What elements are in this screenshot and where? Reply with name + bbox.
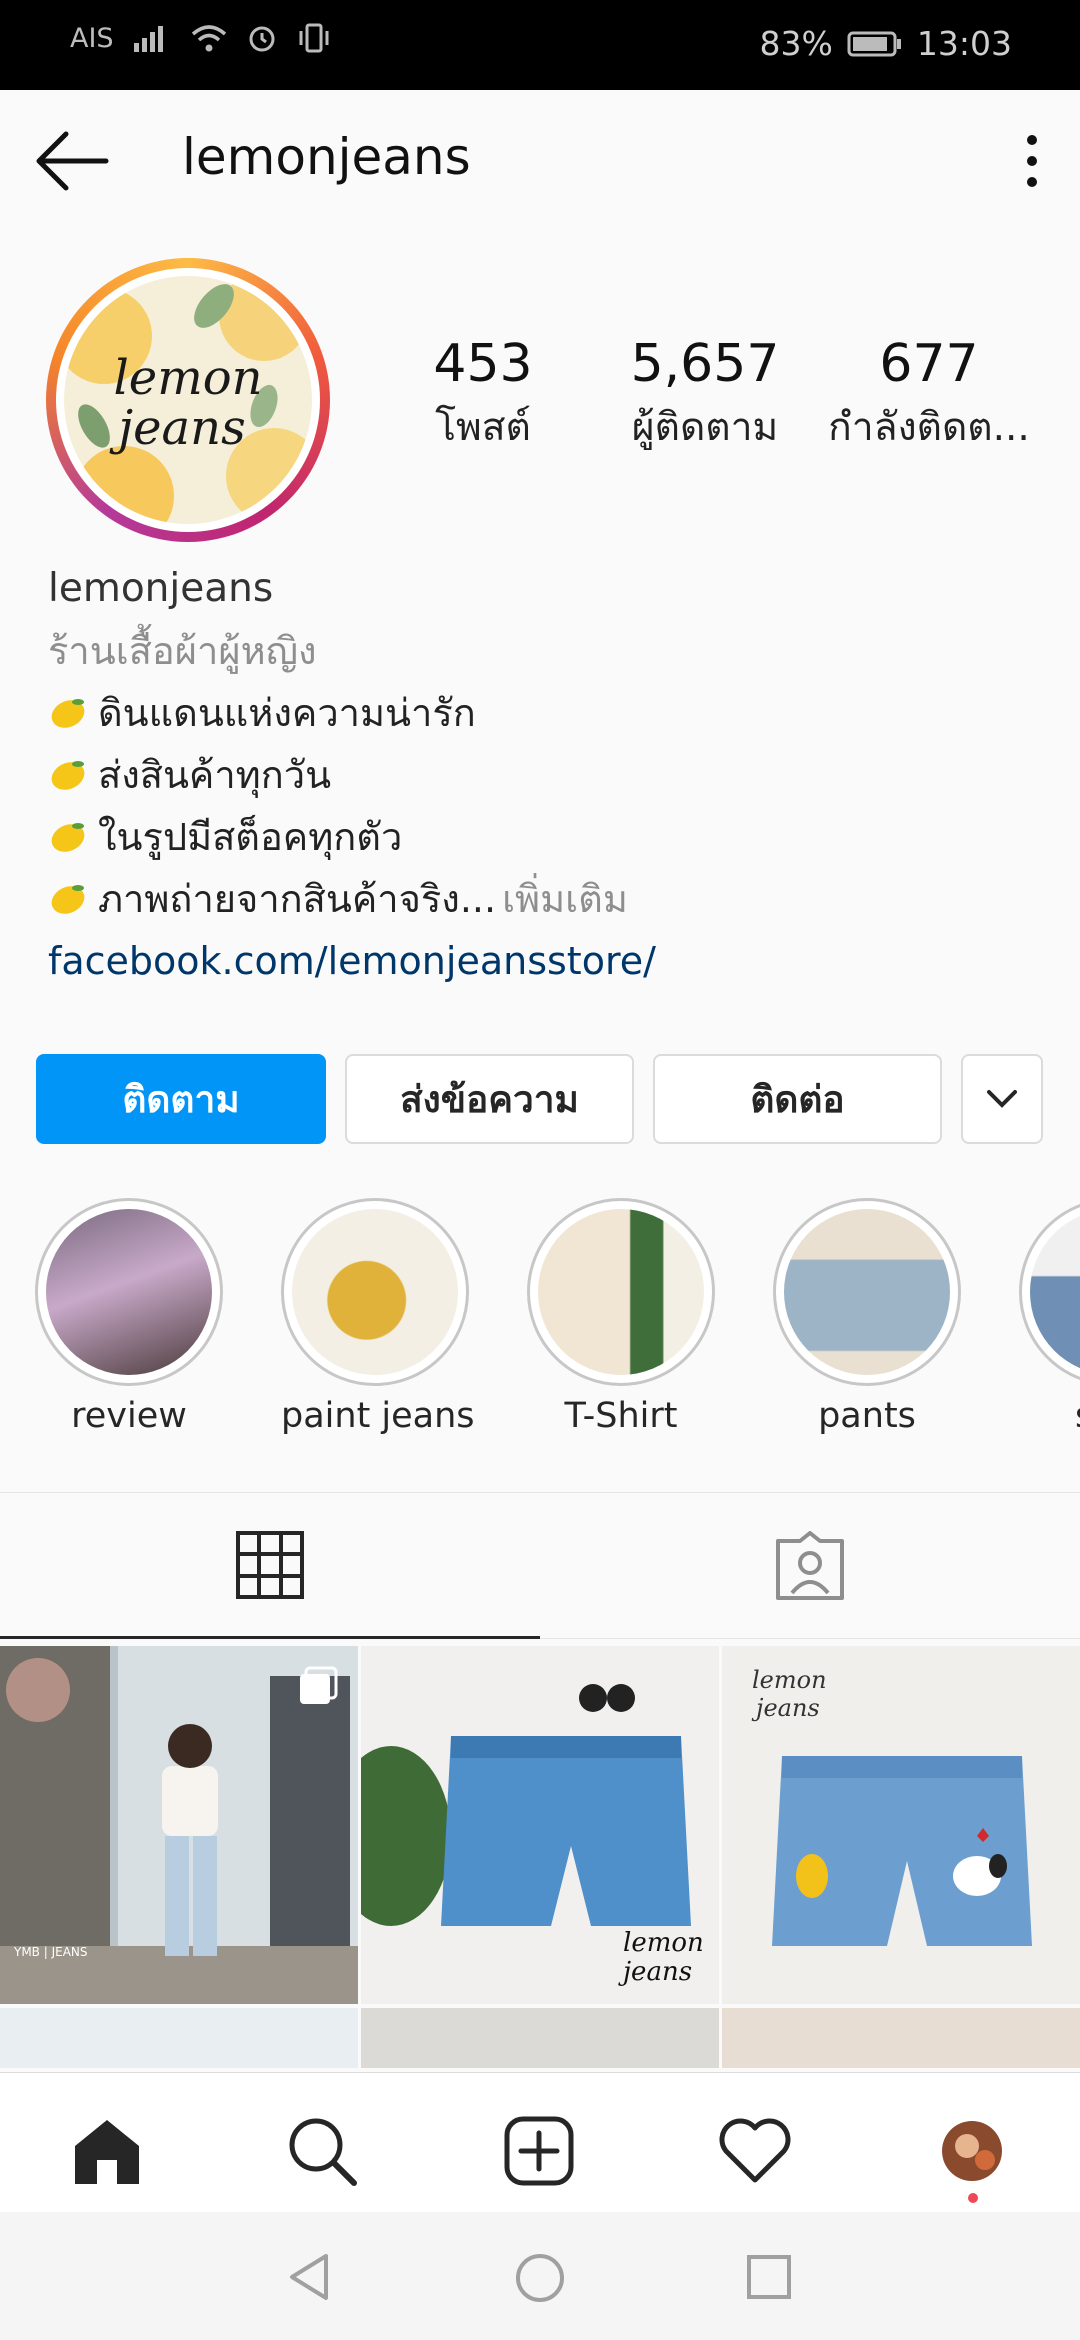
tab-grid[interactable]	[0, 1493, 540, 1639]
nav-activity[interactable]	[717, 2113, 793, 2189]
post-thumbnail[interactable]: lemon jeans	[722, 1646, 1080, 2004]
bottom-navigation	[0, 2072, 1080, 2212]
highlight-cover	[784, 1209, 950, 1375]
post-image: lemon jeans	[361, 1646, 719, 2004]
lemon-emoji-icon	[51, 823, 85, 852]
battery-icon	[847, 31, 901, 56]
search-icon	[289, 2118, 357, 2186]
system-back-icon[interactable]	[286, 2252, 332, 2302]
profile-tabs	[0, 1492, 1080, 1639]
vibrate-icon	[299, 23, 329, 53]
grid-icon	[236, 1530, 304, 1599]
home-icon	[75, 2120, 139, 2184]
profile-header: lemonjeans	[0, 90, 1080, 230]
highlight-cover	[1030, 1209, 1080, 1375]
lemon-emoji-icon	[51, 885, 85, 914]
avatar-text-2: jeans	[109, 400, 245, 456]
more-vertical-icon[interactable]	[1014, 132, 1050, 190]
bio-text: ดินแดนแห่งความน่ารัก	[98, 691, 476, 735]
back-arrow-icon[interactable]	[34, 130, 110, 192]
followers-count[interactable]: 5,657 ผู้ติดตาม	[616, 334, 794, 458]
notification-dot	[968, 2193, 978, 2203]
followers-value: 5,657	[630, 334, 780, 394]
posts-value: 453	[433, 334, 533, 394]
post-caption-2: jeans	[618, 1957, 692, 1987]
highlight-label: paint jeans	[281, 1396, 475, 1436]
post-thumbnail[interactable]	[0, 2008, 358, 2068]
post-thumbnail[interactable]	[361, 2008, 719, 2068]
post-caption-1: lemon	[752, 1666, 827, 1694]
post-caption-1: lemon	[623, 1928, 704, 1958]
profile-name: lemonjeans	[48, 566, 274, 611]
nav-create[interactable]	[501, 2113, 577, 2189]
highlight-s[interactable]: s	[1019, 1198, 1080, 1436]
post-thumbnail[interactable]: YMB | JEANS	[0, 1646, 358, 2004]
system-recents-icon[interactable]	[746, 2254, 792, 2300]
highlight-label: review	[71, 1396, 187, 1436]
nav-search[interactable]	[284, 2113, 360, 2189]
highlight-paint-jeans[interactable]: paint jeans	[281, 1198, 475, 1436]
battery-percent: 83%	[759, 24, 833, 63]
post-image: lemon jeans	[722, 1646, 1080, 2004]
see-more-link[interactable]: เพิ่มเติม	[502, 868, 628, 930]
profile-category: ร้านเสื้อผ้าผู้หญิง	[48, 629, 317, 673]
bio-text: ภาพถ่ายจากสินค้าจริง...	[98, 877, 497, 921]
highlight-label: pants	[818, 1396, 916, 1436]
wifi-icon	[191, 25, 226, 52]
avatar[interactable]: lemon jeans	[46, 258, 330, 542]
message-button[interactable]: ส่งข้อความ	[345, 1054, 634, 1144]
highlight-label: T-Shirt	[564, 1396, 678, 1436]
status-bar: AIS 83% 13:03	[0, 0, 1080, 90]
multiple-photos-icon	[300, 1666, 338, 1704]
nav-profile[interactable]	[934, 2113, 1010, 2189]
follow-button[interactable]: ติดตาม	[36, 1054, 326, 1144]
post-thumbnail[interactable]	[722, 2008, 1080, 2068]
system-home-icon[interactable]	[514, 2252, 566, 2304]
highlight-cover	[46, 1209, 212, 1375]
website-link[interactable]: facebook.com/lemonjeansstore/	[48, 930, 1048, 992]
following-label: กำลังติดต...	[828, 405, 1030, 450]
heart-icon	[719, 2118, 791, 2183]
tagged-icon	[776, 1530, 844, 1600]
highlight-cover	[292, 1209, 458, 1375]
system-navigation-bar	[0, 2212, 1080, 2340]
highlight-label: s	[1019, 1396, 1080, 1436]
alarm-icon	[249, 26, 275, 52]
clock: 13:03	[916, 24, 1012, 63]
bio-text: ในรูปมีสต็อคทุกตัว	[98, 815, 403, 859]
tab-tagged[interactable]	[540, 1493, 1080, 1639]
profile-avatar-icon	[942, 2121, 1002, 2181]
suggested-dropdown-button[interactable]	[961, 1054, 1043, 1144]
avatar-text-1: lemon	[113, 350, 262, 406]
highlight-pants[interactable]: pants	[773, 1198, 961, 1436]
bio-line: ดินแดนแห่งความน่ารัก	[48, 682, 1048, 744]
posts-label: โพสต์	[435, 405, 531, 450]
following-value: 677	[879, 334, 979, 394]
lemon-emoji-icon	[51, 699, 85, 728]
bio-line: ภาพถ่ายจากสินค้าจริง... เพิ่มเติม	[48, 868, 1048, 930]
bio-line: ส่งสินค้าทุกวัน	[48, 744, 1048, 806]
page-title: lemonjeans	[182, 128, 471, 186]
bio-line: ในรูปมีสต็อคทุกตัว	[48, 806, 1048, 868]
highlight-t-shirt[interactable]: T-Shirt	[527, 1198, 715, 1436]
bio-text: ส่งสินค้าทุกวัน	[98, 753, 332, 797]
contact-button[interactable]: ติดต่อ	[653, 1054, 942, 1144]
chevron-down-icon	[987, 1090, 1017, 1108]
posts-count[interactable]: 453 โพสต์	[414, 334, 552, 458]
following-count[interactable]: 677 กำลังติดต...	[824, 334, 1034, 458]
post-thumbnail[interactable]: lemon jeans	[361, 1646, 719, 2004]
nav-home[interactable]	[69, 2113, 145, 2189]
post-caption: YMB | JEANS	[13, 1945, 88, 1959]
bio: lemonjeans ร้านเสื้อผ้าผู้หญิง ดินแดนแห่…	[48, 558, 1048, 992]
add-post-icon	[504, 2116, 574, 2186]
lemon-emoji-icon	[51, 761, 85, 790]
highlight-cover	[538, 1209, 704, 1375]
highlight-review[interactable]: review	[35, 1198, 223, 1436]
signal-icon	[133, 26, 163, 52]
avatar-image: lemon jeans	[64, 276, 312, 524]
followers-label: ผู้ติดตาม	[631, 405, 779, 450]
carrier-label: AIS	[70, 22, 114, 54]
post-caption-2: jeans	[751, 1694, 820, 1722]
